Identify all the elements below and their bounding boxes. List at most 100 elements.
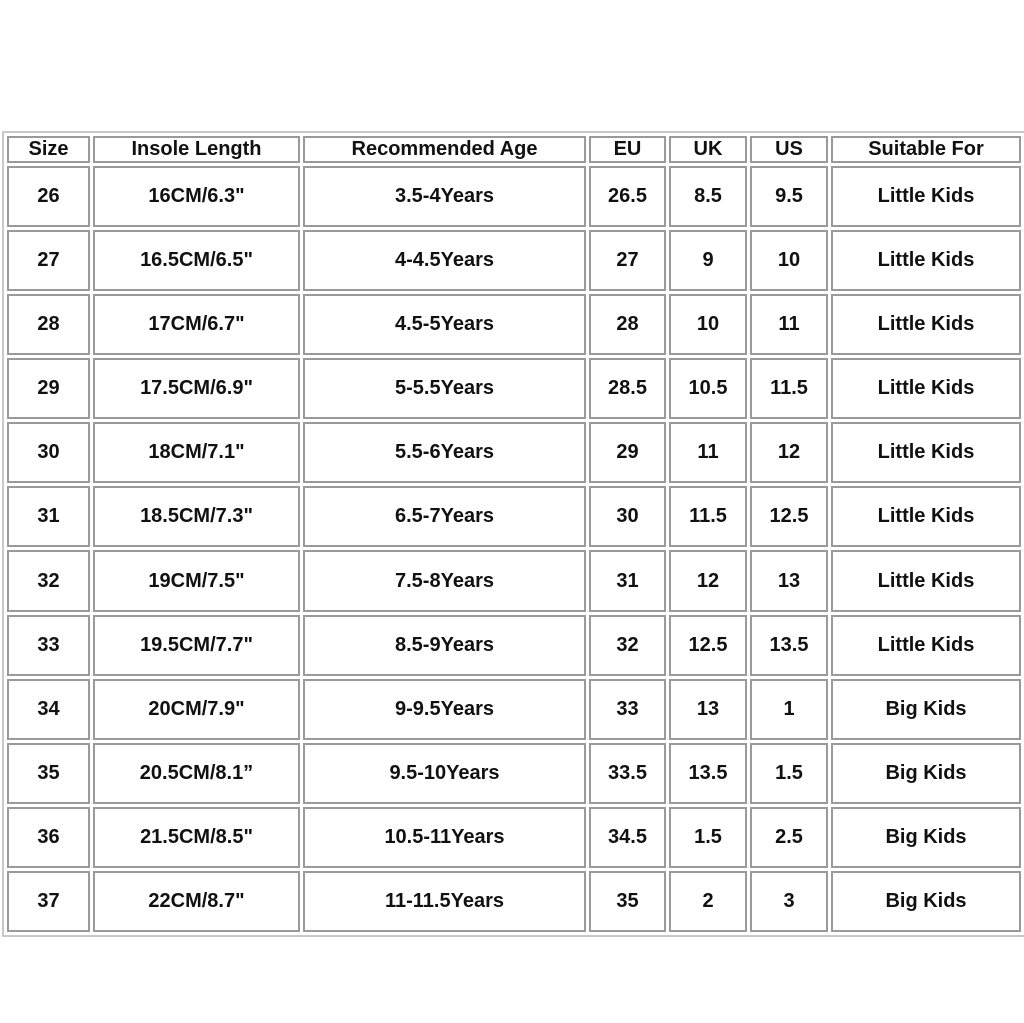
table-cell: 12.5 [750, 486, 828, 548]
table-cell: Big Kids [831, 678, 1021, 740]
table-row: 33 19.5CM/7.7" 8.5-9Years 32 12.5 13.5 Little … [7, 614, 1021, 676]
table-cell: 20CM/7.9" [93, 678, 300, 740]
table-cell: 1 [750, 678, 828, 740]
table-cell: 21.5CM/8.5" [93, 806, 300, 868]
table-cell: 10 [669, 294, 747, 356]
table-cell: 13 [750, 550, 828, 612]
column-header: Recommended Age [303, 136, 586, 163]
table-cell: 26.5 [589, 166, 666, 228]
table-cell: 7.5-8Years [303, 550, 586, 612]
table-cell: 20.5CM/8.1” [93, 742, 300, 804]
table-cell: 1.5 [750, 742, 828, 804]
header-row: Size Insole Length Recommended Age EU UK US Su… [7, 136, 1021, 163]
table-cell: 19.5CM/7.7" [93, 614, 300, 676]
table-cell: 2 [669, 870, 747, 932]
table-cell: 17CM/6.7" [93, 294, 300, 356]
table-cell: 12 [669, 550, 747, 612]
table-cell: 8.5 [669, 166, 747, 228]
column-header: US [750, 136, 828, 163]
table-cell: Big Kids [831, 742, 1021, 804]
table-cell: 8.5-9Years [303, 614, 586, 676]
table-cell: 4-4.5Years [303, 230, 586, 292]
table-cell: 28 [589, 294, 666, 356]
column-header: Suitable For [831, 136, 1021, 163]
column-header: Size [7, 136, 90, 163]
table-cell: 16.5CM/6.5" [93, 230, 300, 292]
table-row: 32 19CM/7.5" 7.5-8Years 31 12 13 Little Kids [7, 550, 1021, 612]
table-cell: 5.5-6Years [303, 422, 586, 484]
table-cell: 32 [7, 550, 90, 612]
table-cell: Little Kids [831, 294, 1021, 356]
table-cell: 13 [669, 678, 747, 740]
table-cell: 10.5-11Years [303, 806, 586, 868]
table-cell: 30 [589, 486, 666, 548]
table-cell: 30 [7, 422, 90, 484]
table-cell: 18.5CM/7.3" [93, 486, 300, 548]
table-cell: 9-9.5Years [303, 678, 586, 740]
table-cell: 10 [750, 230, 828, 292]
table-cell: 17.5CM/6.9" [93, 358, 300, 420]
table-cell: 10.5 [669, 358, 747, 420]
table-cell: Little Kids [831, 166, 1021, 228]
table-cell: 34 [7, 678, 90, 740]
column-header: UK [669, 136, 747, 163]
table-cell: Little Kids [831, 550, 1021, 612]
table-cell: Big Kids [831, 870, 1021, 932]
table-cell: 18CM/7.1" [93, 422, 300, 484]
table-row: 30 18CM/7.1" 5.5-6Years 29 11 12 Little Kids [7, 422, 1021, 484]
table-cell: Little Kids [831, 486, 1021, 548]
table-cell: 31 [589, 550, 666, 612]
table-cell: 29 [7, 358, 90, 420]
table-row: 27 16.5CM/6.5" 4-4.5Years 27 9 10 Little Kids [7, 230, 1021, 292]
table-cell: 19CM/7.5" [93, 550, 300, 612]
table-cell: 5-5.5Years [303, 358, 586, 420]
table-row: 36 21.5CM/8.5" 10.5-11Years 34.5 1.5 2.5 Big K… [7, 806, 1021, 868]
table-cell: 12 [750, 422, 828, 484]
table-cell: 32 [589, 614, 666, 676]
table-row: 34 20CM/7.9" 9-9.5Years 33 13 1 Big Kids [7, 678, 1021, 740]
table-cell: 35 [589, 870, 666, 932]
table-cell: 27 [589, 230, 666, 292]
table-cell: 33.5 [589, 742, 666, 804]
table-cell: 34.5 [589, 806, 666, 868]
table-cell: Little Kids [831, 614, 1021, 676]
column-header: Insole Length [93, 136, 300, 163]
table-cell: 13.5 [750, 614, 828, 676]
table-cell: 2.5 [750, 806, 828, 868]
table-row: 29 17.5CM/6.9" 5-5.5Years 28.5 10.5 11.5 Littl… [7, 358, 1021, 420]
table-cell: 9 [669, 230, 747, 292]
table-cell: 16CM/6.3" [93, 166, 300, 228]
table-cell: 9.5-10Years [303, 742, 586, 804]
table-cell: 3.5-4Years [303, 166, 586, 228]
table-cell: 27 [7, 230, 90, 292]
table-cell: 13.5 [669, 742, 747, 804]
table-cell: 35 [7, 742, 90, 804]
table-row: 37 22CM/8.7" 11-11.5Years 35 2 3 Big Kids [7, 870, 1021, 932]
table-cell: 36 [7, 806, 90, 868]
table-cell: 11-11.5Years [303, 870, 586, 932]
table-cell: 37 [7, 870, 90, 932]
table-row: 35 20.5CM/8.1” 9.5-10Years 33.5 13.5 1.5 Big K… [7, 742, 1021, 804]
table-row: 28 17CM/6.7" 4.5-5Years 28 10 11 Little Kids [7, 294, 1021, 356]
table-cell: 29 [589, 422, 666, 484]
size-chart-table: Size Insole Length Recommended Age EU UK US Su… [2, 131, 1024, 937]
table-cell: 12.5 [669, 614, 747, 676]
table-cell: 22CM/8.7" [93, 870, 300, 932]
table-cell: 28 [7, 294, 90, 356]
column-header: EU [589, 136, 666, 163]
table-row: 26 16CM/6.3" 3.5-4Years 26.5 8.5 9.5 Little Ki… [7, 166, 1021, 228]
table-cell: 6.5-7Years [303, 486, 586, 548]
table-cell: Big Kids [831, 806, 1021, 868]
table-cell: 26 [7, 166, 90, 228]
table-row: 31 18.5CM/7.3" 6.5-7Years 30 11.5 12.5 Little … [7, 486, 1021, 548]
table-cell: 3 [750, 870, 828, 932]
table-cell: 28.5 [589, 358, 666, 420]
table-cell: Little Kids [831, 230, 1021, 292]
table-cell: 4.5-5Years [303, 294, 586, 356]
table-cell: 11 [750, 294, 828, 356]
table-cell: 9.5 [750, 166, 828, 228]
table-cell: 33 [7, 614, 90, 676]
table-cell: 33 [589, 678, 666, 740]
table-cell: 11.5 [750, 358, 828, 420]
table-cell: 31 [7, 486, 90, 548]
